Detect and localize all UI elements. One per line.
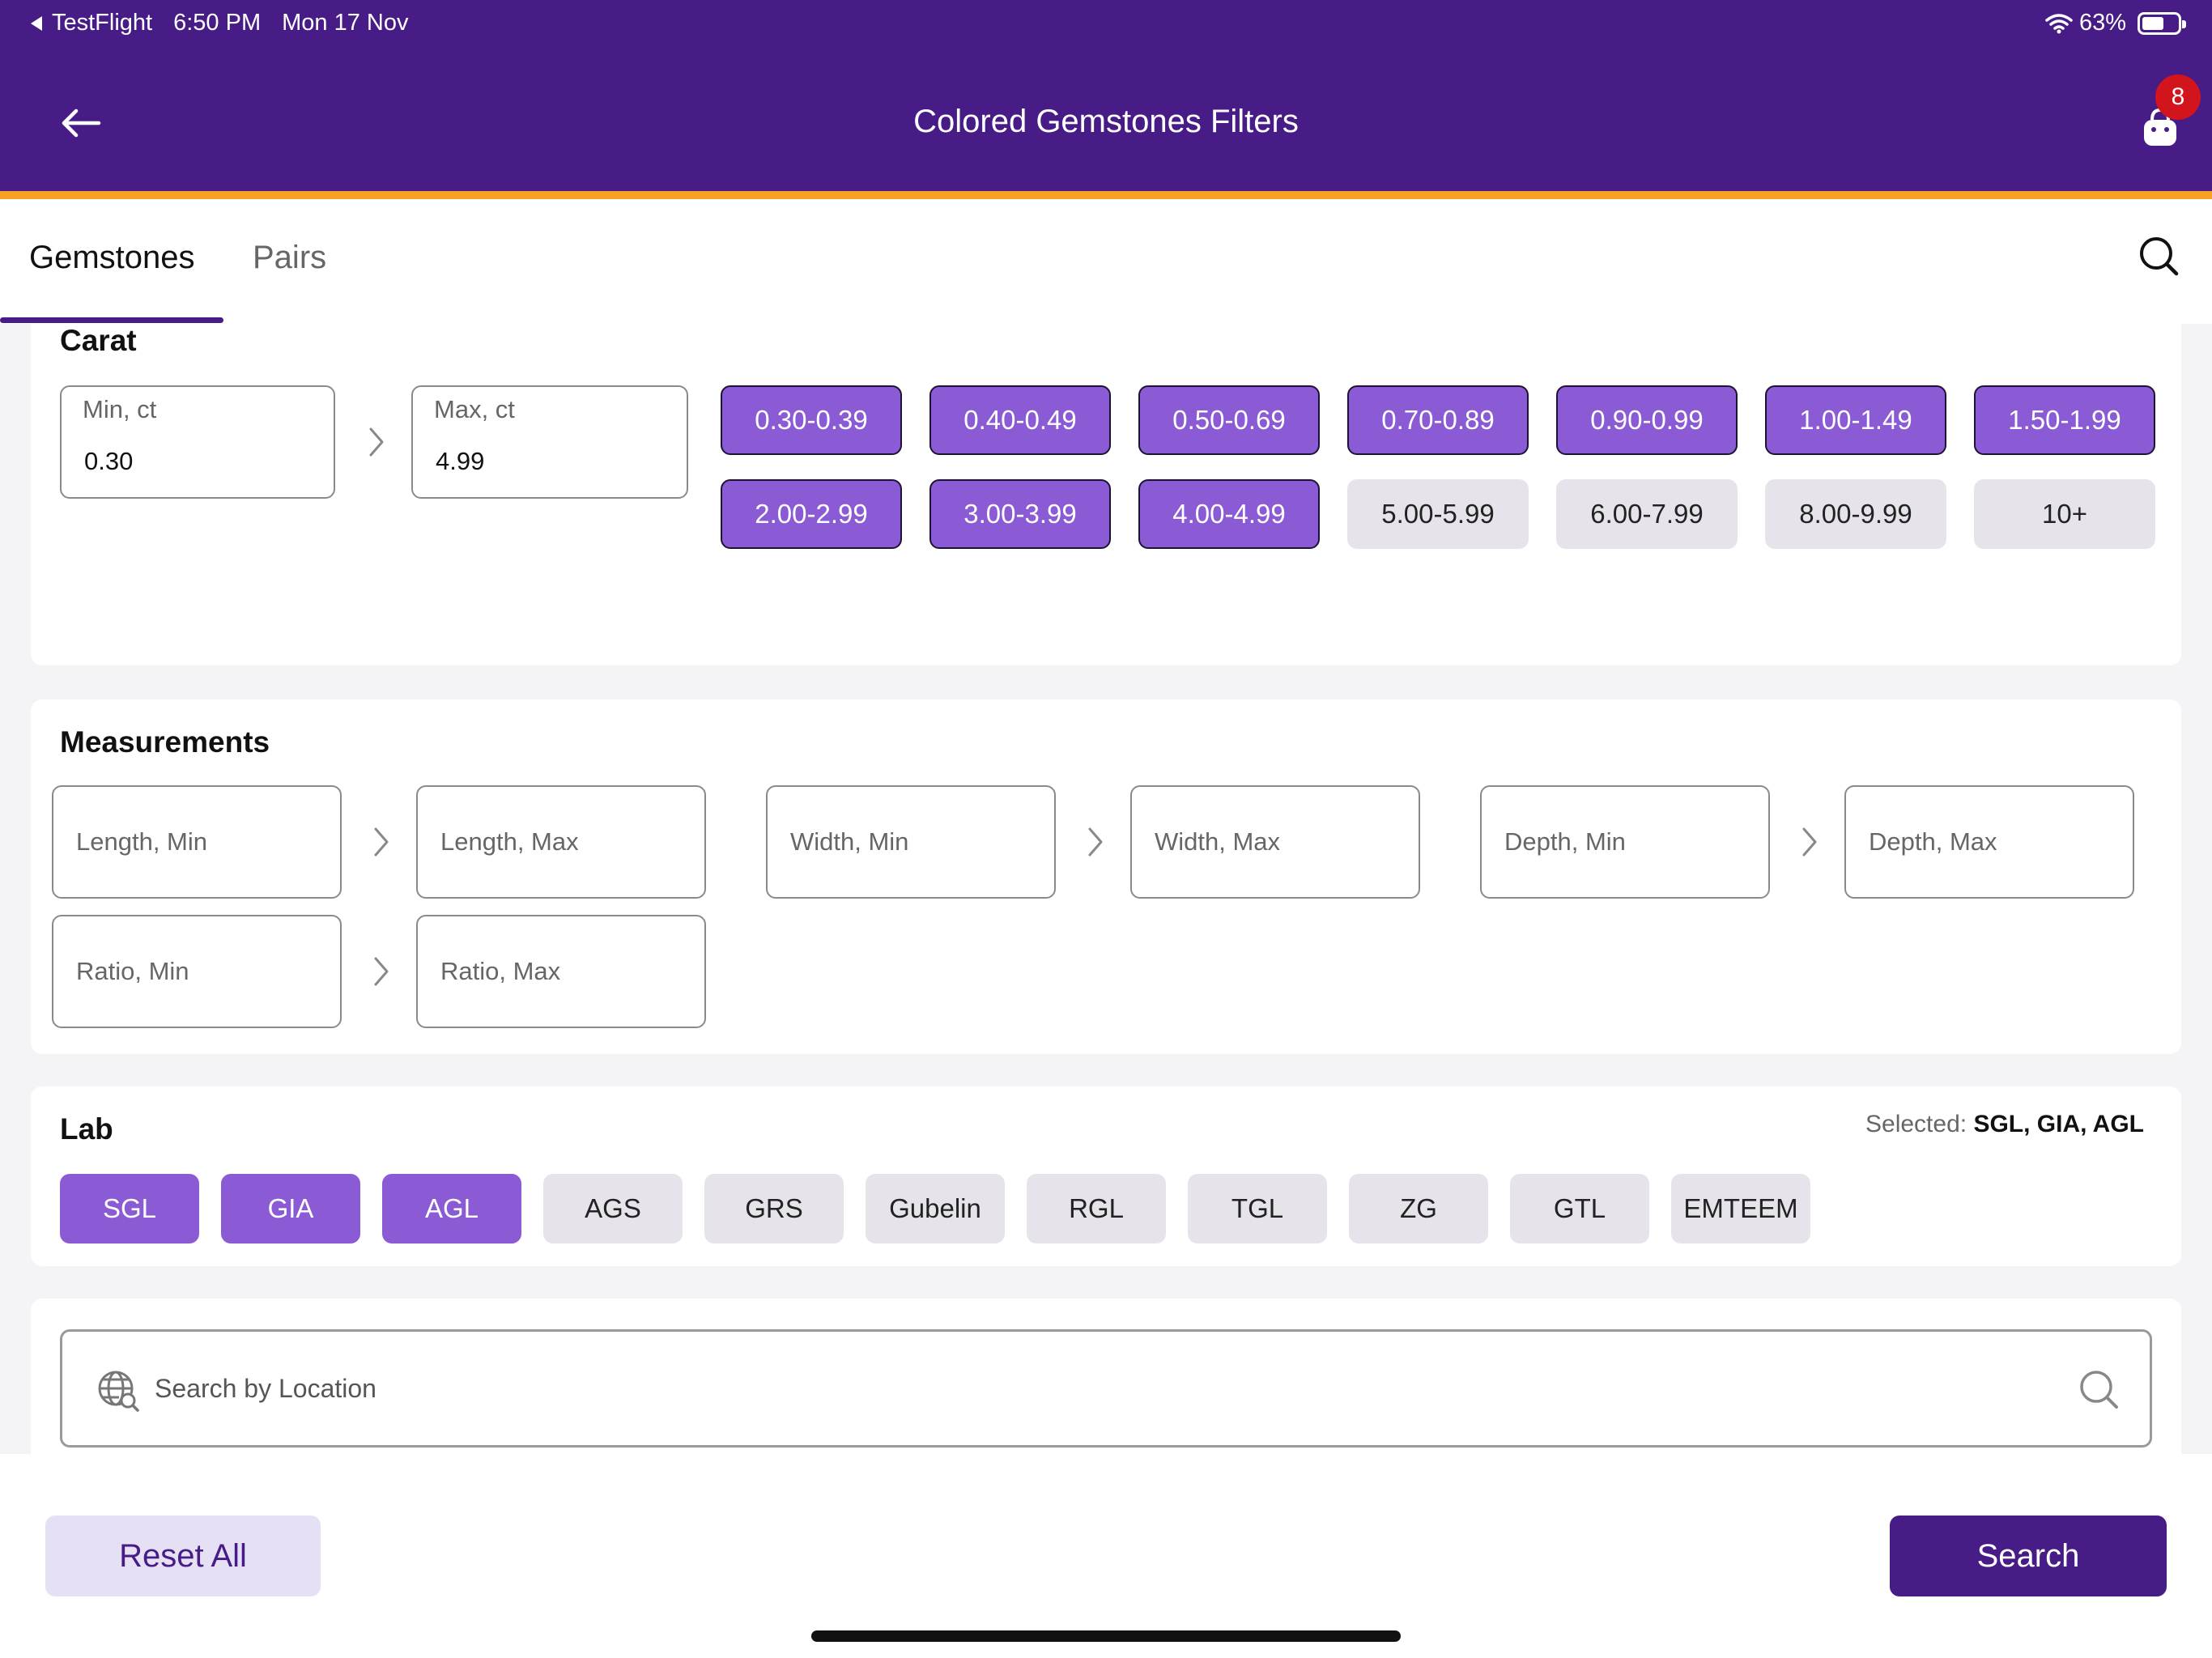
lab-title: Lab <box>60 1112 113 1146</box>
page-title: Colored Gemstones Filters <box>913 104 1299 139</box>
tab-gemstones[interactable]: Gemstones <box>29 240 195 276</box>
lab-chip-ags[interactable]: AGS <box>543 1174 683 1244</box>
width-min-field[interactable]: Width, Min <box>766 785 1056 899</box>
header-accent-stripe <box>0 191 2212 199</box>
ratio-max-field[interactable]: Ratio, Max <box>416 915 706 1028</box>
lab-chip-rgl[interactable]: RGL <box>1027 1174 1166 1244</box>
battery-percent: 63% <box>2078 10 2126 36</box>
cart-count-badge: 8 <box>2155 74 2201 120</box>
lab-chip-gtl[interactable]: GTL <box>1510 1174 1649 1244</box>
search-button[interactable]: Search <box>1890 1516 2167 1596</box>
carat-range-chip[interactable]: 3.00-3.99 <box>929 479 1111 549</box>
width-max-field[interactable]: Width, Max <box>1130 785 1420 899</box>
carat-max-label: Max, ct <box>434 395 515 423</box>
status-time: 6:50 PM <box>173 10 262 36</box>
carat-range-chip[interactable]: 0.50-0.69 <box>1138 385 1320 455</box>
carat-range-chip[interactable]: 0.70-0.89 <box>1347 385 1529 455</box>
width-min-placeholder: Width, Min <box>790 827 909 856</box>
search-icon[interactable] <box>2136 233 2181 278</box>
measurements-card: Measurements Length, Min Length, Max Wid… <box>31 699 2181 1054</box>
lab-selected-label: Selected: <box>1865 1111 1967 1137</box>
carat-range-chip[interactable]: 0.30-0.39 <box>721 385 902 455</box>
lab-chip-gubelin[interactable]: Gubelin <box>866 1174 1005 1244</box>
search-icon[interactable] <box>2077 1367 2121 1411</box>
back-app-label[interactable]: TestFlight <box>52 10 152 36</box>
status-bar-left: TestFlight 6:50 PM Mon 17 Nov <box>31 10 429 36</box>
app-header: TestFlight 6:50 PM Mon 17 Nov 63% Colore… <box>0 0 2212 191</box>
lab-selected-value: SGL, GIA, AGL <box>1973 1111 2144 1137</box>
carat-max-value: 4.99 <box>436 447 485 475</box>
home-indicator[interactable] <box>811 1630 1401 1642</box>
measurements-title: Measurements <box>60 725 270 759</box>
carat-range-chip[interactable]: 6.00-7.99 <box>1556 479 1738 549</box>
carat-range-chip[interactable]: 5.00-5.99 <box>1347 479 1529 549</box>
active-tab-indicator <box>0 317 223 323</box>
status-bar-right: 63% <box>2045 10 2186 36</box>
carat-title: Carat <box>60 324 137 357</box>
battery-fill <box>2142 16 2163 30</box>
lab-chip-emteem[interactable]: EMTEEM <box>1671 1174 1810 1244</box>
depth-max-placeholder: Depth, Max <box>1869 827 1997 856</box>
carat-range-chip[interactable]: 8.00-9.99 <box>1765 479 1946 549</box>
carat-range-chip[interactable]: 1.00-1.49 <box>1765 385 1946 455</box>
carat-min-value: 0.30 <box>84 447 134 475</box>
lab-chip-grs[interactable]: GRS <box>704 1174 844 1244</box>
depth-min-placeholder: Depth, Min <box>1504 827 1626 856</box>
width-max-placeholder: Width, Max <box>1155 827 1281 856</box>
location-search-input[interactable]: Search by Location <box>60 1329 2152 1448</box>
carat-min-field[interactable]: Min, ct 0.30 <box>60 385 335 499</box>
lab-selected-summary: Selected: SGL, GIA, AGL <box>1865 1111 2144 1138</box>
carat-range-chip[interactable]: 2.00-2.99 <box>721 479 902 549</box>
length-max-field[interactable]: Length, Max <box>416 785 706 899</box>
lab-chip-gia[interactable]: GIA <box>221 1174 360 1244</box>
back-to-app-icon[interactable] <box>31 15 42 31</box>
reset-all-button[interactable]: Reset All <box>45 1516 321 1596</box>
ratio-min-placeholder: Ratio, Min <box>76 957 189 985</box>
carat-range-chip[interactable]: 4.00-4.99 <box>1138 479 1320 549</box>
lab-card: Lab Selected: SGL, GIA, AGL SGL GIA AGL AGS… <box>31 1086 2181 1266</box>
carat-range-chip[interactable]: 10+ <box>1974 479 2155 549</box>
carat-card: Carat Min, ct 0.30 Max, ct 4.99 0.30-0.3… <box>31 324 2181 665</box>
lab-chip-sgl[interactable]: SGL <box>60 1174 199 1244</box>
chevron-right-icon <box>369 427 384 457</box>
depth-min-field[interactable]: Depth, Min <box>1480 785 1770 899</box>
page: TestFlight 6:50 PM Mon 17 Nov 63% Colore… <box>0 0 2212 1658</box>
chevron-right-icon <box>374 957 389 986</box>
length-min-field[interactable]: Length, Min <box>52 785 342 899</box>
length-min-placeholder: Length, Min <box>76 827 207 856</box>
lab-chip-tgl[interactable]: TGL <box>1188 1174 1327 1244</box>
wifi-icon <box>2045 13 2073 33</box>
carat-range-chip[interactable]: 1.50-1.99 <box>1974 385 2155 455</box>
battery-icon <box>2138 11 2186 35</box>
location-search-placeholder: Search by Location <box>155 1374 376 1403</box>
lab-chip-zg[interactable]: ZG <box>1349 1174 1488 1244</box>
ratio-min-field[interactable]: Ratio, Min <box>52 915 342 1028</box>
tab-bar: Gemstones Pairs <box>0 199 2212 324</box>
carat-range-chip[interactable]: 0.40-0.49 <box>929 385 1111 455</box>
carat-range-chip[interactable]: 0.90-0.99 <box>1556 385 1738 455</box>
depth-max-field[interactable]: Depth, Max <box>1844 785 2134 899</box>
chevron-right-icon <box>374 827 389 857</box>
carat-min-label: Min, ct <box>83 395 157 423</box>
tab-pairs[interactable]: Pairs <box>253 240 326 276</box>
length-max-placeholder: Length, Max <box>440 827 579 856</box>
globe-search-icon <box>98 1371 139 1412</box>
status-date: Mon 17 Nov <box>282 10 409 36</box>
footer-bar: Reset All Search <box>0 1454 2212 1658</box>
lab-chip-agl[interactable]: AGL <box>382 1174 521 1244</box>
ratio-max-placeholder: Ratio, Max <box>440 957 561 985</box>
chevron-right-icon <box>1802 827 1817 857</box>
chevron-right-icon <box>1088 827 1103 857</box>
carat-max-field[interactable]: Max, ct 4.99 <box>411 385 688 499</box>
